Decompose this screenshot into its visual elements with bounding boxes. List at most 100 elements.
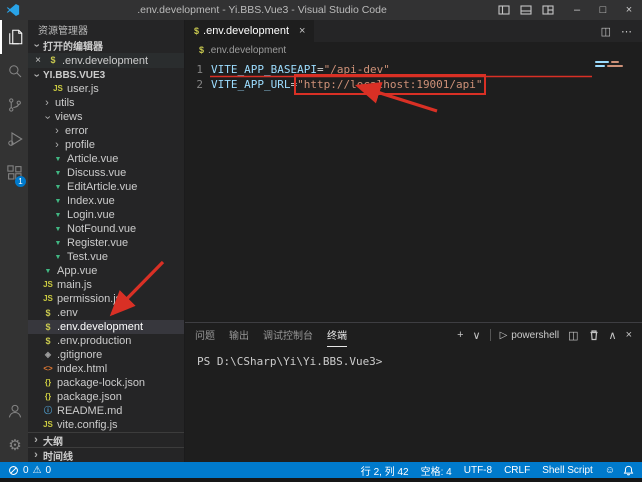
activity-bar-spacer bbox=[0, 190, 28, 394]
tree-item-package.json[interactable]: {}package.json bbox=[28, 390, 184, 404]
kill-terminal-icon[interactable] bbox=[588, 329, 600, 341]
maximize-button[interactable]: □ bbox=[590, 0, 616, 20]
toggle-panel-icon[interactable] bbox=[520, 4, 532, 16]
new-terminal-icon[interactable]: + bbox=[457, 329, 463, 341]
panel-tab-输出[interactable]: 输出 bbox=[229, 323, 249, 347]
tree-item-label: user.js bbox=[67, 83, 99, 95]
code-token: = bbox=[290, 77, 297, 92]
panel-actions: + ∨ ▷ powershell ◫ ∧ × bbox=[457, 329, 632, 342]
vue-file-icon: ▼ bbox=[52, 170, 64, 177]
problems-status[interactable]: 0 ⚠ 0 bbox=[8, 465, 51, 476]
tree-item-NotFound.vue[interactable]: ▼NotFound.vue bbox=[28, 222, 184, 236]
tree-item-label: .env.production bbox=[57, 335, 131, 347]
tree-item-Register.vue[interactable]: ▼Register.vue bbox=[28, 236, 184, 250]
sidebar-section-大纲[interactable]: ›大纲 bbox=[28, 432, 184, 447]
tree-item-.env[interactable]: $.env bbox=[28, 306, 184, 320]
panel-tab-问题[interactable]: 问题 bbox=[195, 323, 215, 347]
tree-item-index.html[interactable]: <>index.html bbox=[28, 362, 184, 376]
md-file-icon: ⓘ bbox=[42, 407, 54, 415]
open-editors-header[interactable]: › 打开的编辑器 bbox=[28, 38, 184, 53]
tree-item-permission.js[interactable]: JSpermission.js bbox=[28, 292, 184, 306]
tree-item-utils[interactable]: ›utils bbox=[28, 96, 184, 110]
settings-gear-icon[interactable]: ⚙ bbox=[0, 428, 28, 462]
minimize-button[interactable]: – bbox=[564, 0, 590, 20]
shell-selector[interactable]: ▷ powershell bbox=[500, 330, 560, 341]
tree-item-Discuss.vue[interactable]: ▼Discuss.vue bbox=[28, 166, 184, 180]
tree-item-main.js[interactable]: JSmain.js bbox=[28, 278, 184, 292]
divider bbox=[490, 329, 491, 341]
tree-item-package-lock.json[interactable]: {}package-lock.json bbox=[28, 376, 184, 390]
explorer-icon[interactable] bbox=[0, 20, 28, 54]
tree-item-.env.development[interactable]: $.env.development bbox=[28, 320, 184, 334]
vue-file-icon: ▼ bbox=[52, 184, 64, 191]
panel-tab-调试控制台[interactable]: 调试控制台 bbox=[263, 323, 313, 347]
env-file-icon: $ bbox=[42, 337, 54, 346]
status-item[interactable]: UTF-8 bbox=[464, 465, 492, 476]
tree-item-user.js[interactable]: JSuser.js bbox=[28, 82, 184, 96]
project-root-header[interactable]: › YI.BBS.VUE3 bbox=[28, 68, 184, 82]
close-editor-icon[interactable]: × bbox=[32, 55, 44, 66]
tree-item-label: Test.vue bbox=[67, 251, 108, 263]
close-panel-icon[interactable]: × bbox=[626, 329, 632, 341]
tree-item-label: error bbox=[65, 125, 88, 137]
tree-item-error[interactable]: ›error bbox=[28, 124, 184, 138]
toggle-sidebar-icon[interactable] bbox=[498, 4, 510, 16]
status-item[interactable]: 空格: 4 bbox=[421, 463, 452, 478]
tree-item-profile[interactable]: ›profile bbox=[28, 138, 184, 152]
chevron-down-icon[interactable]: ∨ bbox=[473, 329, 481, 342]
status-item[interactable]: CRLF bbox=[504, 465, 530, 476]
code-line[interactable]: 2VITE_APP_URL="http://localhost:19001/ap… bbox=[185, 77, 642, 92]
search-icon[interactable] bbox=[0, 54, 28, 88]
minimap[interactable] bbox=[595, 61, 639, 69]
tree-item-.env.production[interactable]: $.env.production bbox=[28, 334, 184, 348]
line-number: 1 bbox=[185, 62, 211, 77]
tree-item-label: views bbox=[55, 111, 83, 123]
shell-name: powershell bbox=[511, 330, 559, 341]
run-debug-icon[interactable] bbox=[0, 122, 28, 156]
window-controls: – □ × bbox=[564, 0, 642, 20]
sidebar-section-时间线[interactable]: ›时间线 bbox=[28, 447, 184, 462]
close-button[interactable]: × bbox=[616, 0, 642, 20]
open-editor-item[interactable]: × $ .env.development bbox=[28, 53, 184, 68]
code-editor[interactable]: 1VITE_APP_BASEAPI="/api-dev"2VITE_APP_UR… bbox=[185, 58, 642, 322]
panel-tab-终端[interactable]: 终端 bbox=[327, 323, 347, 347]
tab-label: .env.development bbox=[203, 25, 289, 37]
code-line[interactable]: 1VITE_APP_BASEAPI="/api-dev" bbox=[185, 62, 642, 77]
breadcrumb[interactable]: $ .env.development bbox=[185, 42, 642, 58]
tree-item-label: README.md bbox=[57, 405, 122, 417]
tab-env-development[interactable]: $ .env.development × bbox=[185, 20, 315, 42]
chevron-right-icon: › bbox=[52, 140, 62, 151]
tree-item-Article.vue[interactable]: ▼Article.vue bbox=[28, 152, 184, 166]
more-actions-icon[interactable]: ⋯ bbox=[621, 25, 632, 38]
panel-tabs: 问题输出调试控制台终端 bbox=[195, 323, 347, 347]
tree-item-EditArticle.vue[interactable]: ▼EditArticle.vue bbox=[28, 180, 184, 194]
account-icon[interactable] bbox=[0, 394, 28, 428]
customize-layout-icon[interactable] bbox=[542, 4, 554, 16]
extensions-icon[interactable]: 1 bbox=[0, 156, 28, 190]
tree-item-Login.vue[interactable]: ▼Login.vue bbox=[28, 208, 184, 222]
warning-count: 0 bbox=[46, 465, 52, 476]
tree-item-label: NotFound.vue bbox=[67, 223, 136, 235]
env-file-icon: $ bbox=[47, 56, 59, 65]
notifications-bell-icon[interactable] bbox=[623, 465, 634, 476]
line-number: 2 bbox=[185, 77, 211, 92]
status-item[interactable]: Shell Script bbox=[542, 465, 593, 476]
terminal-output[interactable]: PS D:\CSharp\Yi\Yi.BBS.Vue3> bbox=[185, 347, 642, 462]
tree-item-label: utils bbox=[55, 97, 75, 109]
tab-close-icon[interactable]: × bbox=[299, 25, 305, 37]
tree-item-Index.vue[interactable]: ▼Index.vue bbox=[28, 194, 184, 208]
status-item[interactable]: 行 2, 列 42 bbox=[361, 463, 409, 478]
split-editor-icon[interactable]: ◫ bbox=[601, 25, 611, 38]
feedback-smiley-icon[interactable]: ☺ bbox=[605, 465, 615, 476]
source-control-icon[interactable] bbox=[0, 88, 28, 122]
maximize-panel-icon[interactable]: ∧ bbox=[609, 329, 617, 342]
tree-item-App.vue[interactable]: ▼App.vue bbox=[28, 264, 184, 278]
tree-item-.gitignore[interactable]: ◈.gitignore bbox=[28, 348, 184, 362]
tree-item-views[interactable]: ›views bbox=[28, 110, 184, 124]
tree-item-README.md[interactable]: ⓘREADME.md bbox=[28, 404, 184, 418]
activity-bar: 1 ⚙ bbox=[0, 20, 28, 462]
split-terminal-icon[interactable]: ◫ bbox=[568, 329, 578, 342]
tree-item-vite.config.js[interactable]: JSvite.config.js bbox=[28, 418, 184, 432]
tree-item-Test.vue[interactable]: ▼Test.vue bbox=[28, 250, 184, 264]
status-right: 行 2, 列 42 空格: 4 UTF-8 CRLF Shell Script ☺ bbox=[361, 463, 634, 478]
